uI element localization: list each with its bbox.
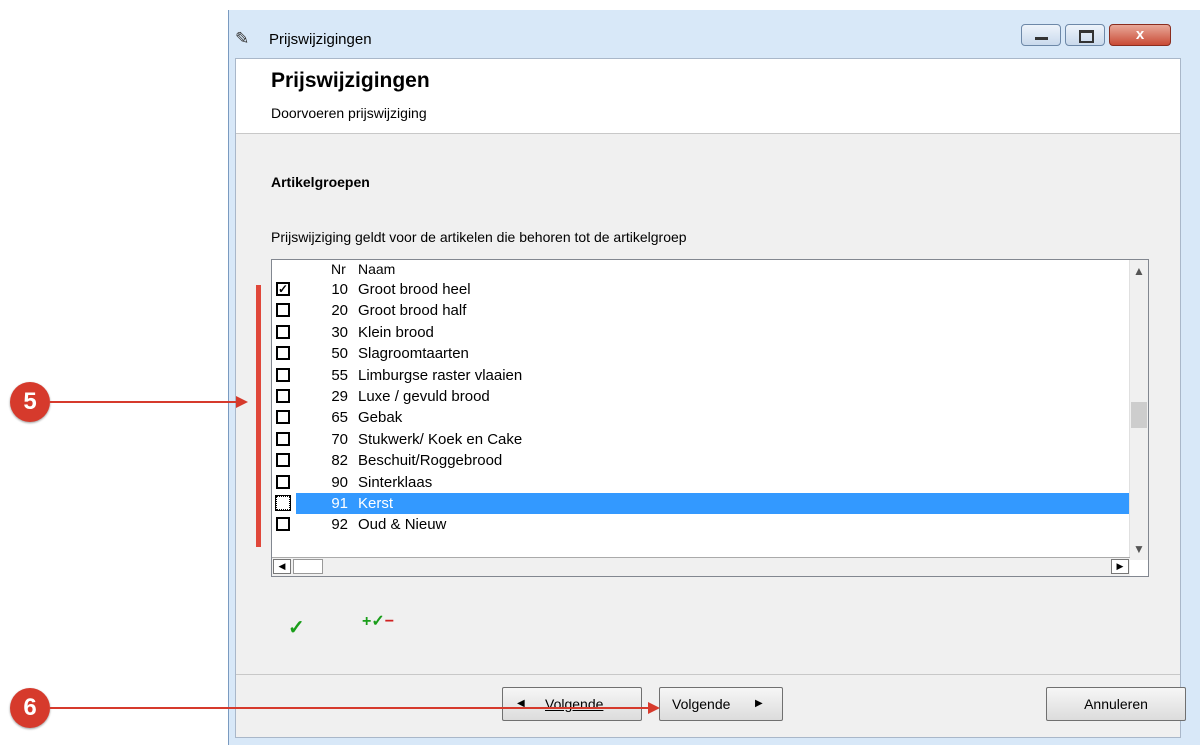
window-title: Prijswijzigingen	[269, 31, 372, 48]
list-rows: ✓ 10 Groot brood heel 20 Groot brood half 30 K…	[272, 279, 1130, 536]
article-group-list[interactable]: Nr Naam ✓ 10 Groot brood heel 20 Groot brood…	[271, 259, 1149, 577]
list-item[interactable]: 55 Limburgse raster vlaaien	[272, 365, 1130, 386]
list-item[interactable]: 70 Stukwerk/ Koek en Cake	[272, 429, 1130, 450]
dialog-window: ✎ Prijswijzigingen x Prijswijzigingen Do…	[228, 10, 1200, 745]
row-naam: Groot brood half	[358, 302, 467, 320]
row-naam: Klein brood	[358, 323, 434, 341]
scroll-up-icon[interactable]: ▲	[1130, 264, 1148, 278]
vertical-scrollbar[interactable]: ▲ ▼	[1129, 260, 1148, 560]
list-item[interactable]: 50 Slagroomtaarten	[272, 343, 1130, 364]
title-bar[interactable]: ✎ Prijswijzigingen x	[229, 10, 1200, 58]
list-item[interactable]: 91 Kerst	[272, 492, 1130, 514]
scroll-right-icon[interactable]: ▶	[1111, 559, 1129, 574]
list-item[interactable]: 65 Gebak	[272, 407, 1130, 428]
row-checkbox[interactable]	[276, 410, 290, 425]
row-checkbox[interactable]	[276, 431, 290, 446]
callout-badge-6: 6	[10, 688, 50, 728]
column-header-naam: Naam	[358, 261, 396, 277]
dialog-footer: ◀ Volgende Volgende ▶ Annuleren	[236, 674, 1186, 738]
cancel-button[interactable]: Annuleren	[1046, 687, 1186, 721]
app-icon: ✎	[235, 29, 250, 48]
close-icon: x	[1135, 26, 1145, 43]
list-header: Nr Naam	[272, 260, 1130, 278]
row-checkbox[interactable]	[276, 367, 290, 382]
list-item[interactable]: 92 Oud & Nieuw	[272, 514, 1130, 535]
row-nr: 70	[331, 430, 348, 448]
row-nr: 92	[331, 516, 348, 534]
row-nr: 20	[331, 302, 348, 320]
scroll-down-icon[interactable]: ▼	[1130, 542, 1148, 556]
row-checkbox[interactable]	[276, 346, 290, 361]
row-checkbox[interactable]	[276, 517, 290, 532]
row-naam: Slagroomtaarten	[358, 345, 469, 363]
vertical-scroll-thumb[interactable]	[1131, 402, 1147, 428]
page-subtitle: Doorvoeren prijswijziging	[271, 105, 427, 121]
row-naam: Kerst	[358, 494, 394, 512]
maximize-button[interactable]	[1065, 24, 1105, 46]
row-naam: Gebak	[358, 409, 403, 427]
row-nr: 91	[331, 494, 348, 512]
row-naam: Groot brood heel	[358, 281, 471, 298]
selection-highlight	[296, 492, 1130, 514]
list-item[interactable]: 20 Groot brood half	[272, 300, 1130, 321]
arrow-head-6-icon	[648, 702, 660, 714]
row-naam: Oud & Nieuw	[358, 516, 447, 534]
row-checkbox[interactable]	[275, 494, 291, 511]
horizontal-scrollbar[interactable]: ◀ ▶	[272, 557, 1130, 576]
toggle-selection-icon[interactable]: +✓−	[362, 611, 394, 631]
annotation-arrow-6	[50, 707, 650, 709]
row-checkbox[interactable]	[276, 474, 290, 489]
row-nr: 10	[331, 281, 348, 298]
list-item[interactable]: 29 Luxe / gevuld brood	[272, 386, 1130, 407]
next-button-label: Volgende	[672, 696, 731, 712]
row-naam: Sinterklaas	[358, 473, 433, 491]
row-nr: 29	[331, 387, 348, 405]
row-checkbox[interactable]	[276, 303, 290, 318]
annotation-bar	[256, 285, 261, 547]
section-title: Artikelgroepen	[271, 174, 370, 190]
scroll-left-icon[interactable]: ◀	[273, 559, 291, 574]
row-naam: Beschuit/Roggebrood	[358, 452, 503, 470]
minimize-button[interactable]	[1021, 24, 1061, 46]
arrow-head-5-icon	[236, 396, 248, 408]
column-header-nr: Nr	[331, 261, 346, 277]
close-button[interactable]: x	[1109, 24, 1171, 46]
row-nr: 30	[331, 323, 348, 341]
callout-badge-5: 5	[10, 382, 50, 422]
dialog-client: Prijswijzigingen Doorvoeren prijswijzigi…	[235, 58, 1186, 738]
check-all-icon[interactable]: ✓	[288, 615, 305, 640]
annotation-arrow-5	[50, 401, 238, 403]
row-nr: 90	[331, 473, 348, 491]
list-item[interactable]: 90 Sinterklaas	[272, 472, 1130, 493]
list-item[interactable]: ✓ 10 Groot brood heel	[272, 279, 1130, 300]
row-naam: Luxe / gevuld brood	[358, 387, 490, 405]
arrow-left-icon: ◀	[517, 698, 525, 709]
maximize-icon	[1079, 30, 1094, 43]
list-item[interactable]: 82 Beschuit/Roggebrood	[272, 450, 1130, 471]
dialog-header: Prijswijzigingen Doorvoeren prijswijzigi…	[236, 59, 1180, 134]
arrow-right-icon: ▶	[755, 698, 763, 709]
horizontal-scroll-thumb[interactable]	[293, 559, 323, 574]
row-nr: 82	[331, 452, 348, 470]
next-button[interactable]: Volgende ▶	[659, 687, 783, 721]
row-nr: 55	[331, 366, 348, 384]
row-naam: Stukwerk/ Koek en Cake	[358, 430, 523, 448]
row-checkbox[interactable]	[276, 453, 290, 468]
row-nr: 65	[331, 409, 348, 427]
row-naam: Limburgse raster vlaaien	[358, 366, 523, 384]
row-checkbox[interactable]	[276, 324, 290, 339]
row-checkbox[interactable]: ✓	[276, 282, 290, 296]
row-nr: 50	[331, 345, 348, 363]
list-item[interactable]: 30 Klein brood	[272, 322, 1130, 343]
page-title: Prijswijzigingen	[271, 69, 430, 92]
section-description: Prijswijziging geldt voor de artikelen d…	[271, 229, 687, 245]
previous-button-label: Volgende	[545, 696, 604, 712]
minimize-icon	[1035, 37, 1048, 40]
row-checkbox[interactable]	[276, 388, 290, 403]
previous-button[interactable]: ◀ Volgende	[502, 687, 642, 721]
